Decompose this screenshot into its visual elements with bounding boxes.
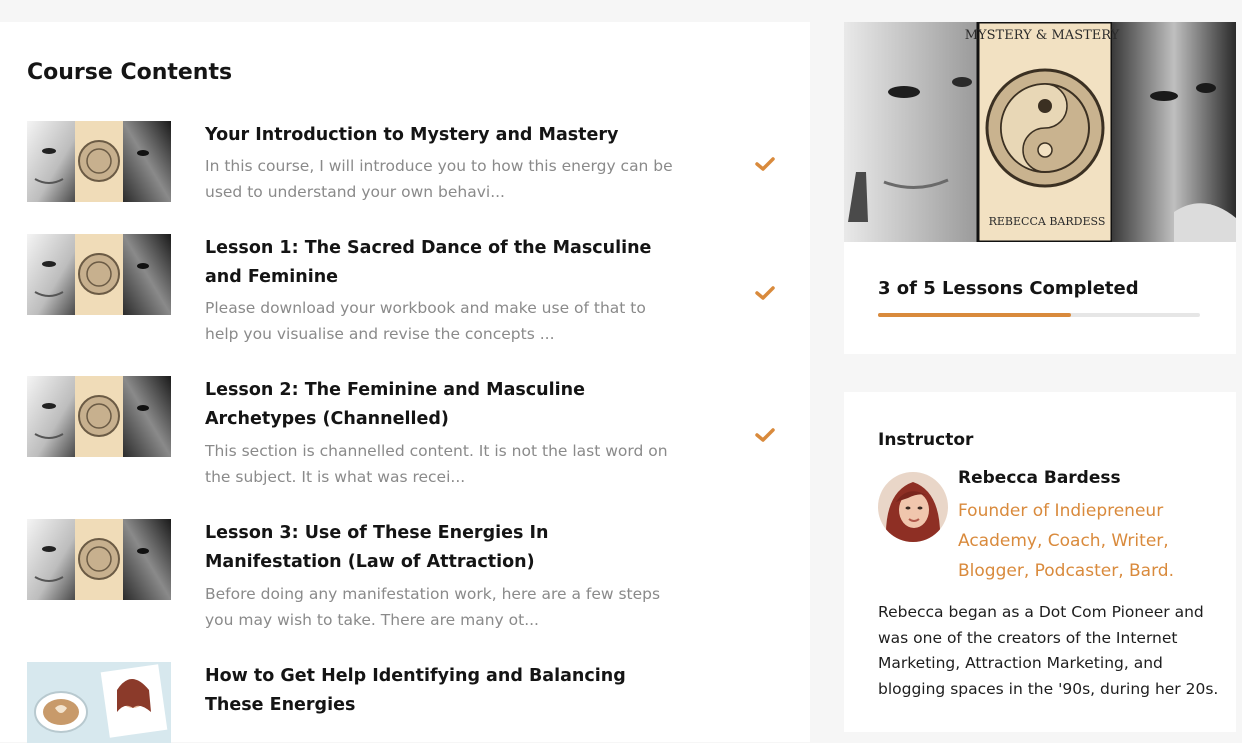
lesson-title[interactable]: Lesson 2: The Feminine and Masculine Arc… — [205, 376, 685, 434]
progress-bar — [878, 313, 1200, 317]
instructor-name[interactable]: Rebecca Bardess — [958, 468, 1121, 488]
lesson-item[interactable]: Lesson 1: The Sacred Dance of the Mascul… — [27, 234, 787, 352]
instructor-card: Instructor Rebecca Bardess Founder of In… — [844, 392, 1236, 732]
lesson-title[interactable]: Lesson 3: Use of These Energies In Manif… — [205, 519, 685, 577]
course-cover-image: MYSTERY & MASTERY REBECCA BARDESS — [844, 22, 1236, 242]
lesson-title[interactable]: How to Get Help Identifying and Balancin… — [205, 662, 685, 720]
lesson-thumbnail[interactable] — [27, 376, 171, 457]
lesson-title[interactable]: Lesson 1: The Sacred Dance of the Mascul… — [205, 234, 685, 292]
lesson-description: Before doing any manifestation work, her… — [205, 585, 661, 629]
lesson-title[interactable]: Your Introduction to Mystery and Mastery — [205, 121, 685, 150]
lesson-item[interactable]: Your Introduction to Mystery and Mastery… — [27, 121, 787, 211]
course-contents-heading: Course Contents — [27, 60, 233, 85]
lesson-description: This section is channelled content. It i… — [205, 442, 668, 486]
completed-check-icon — [755, 428, 775, 442]
cover-title-text: MYSTERY & MASTERY — [965, 28, 1120, 43]
progress-bar-fill — [878, 313, 1072, 317]
lesson-thumbnail[interactable] — [27, 234, 171, 315]
lesson-description: In this course, I will introduce you to … — [205, 157, 673, 201]
progress-label: 3 of 5 Lessons Completed — [878, 278, 1139, 299]
lesson-description: Please download your workbook and make u… — [205, 299, 646, 343]
lesson-item[interactable]: How to Get Help Identifying and Balancin… — [27, 662, 787, 743]
instructor-role: Founder of Indiepreneur Academy, Coach, … — [958, 501, 1174, 581]
avatar — [878, 472, 948, 542]
lesson-thumbnail[interactable] — [27, 519, 171, 600]
instructor-heading: Instructor — [878, 430, 974, 450]
lesson-item[interactable]: Lesson 3: Use of These Energies In Manif… — [27, 519, 787, 637]
lesson-item[interactable]: Lesson 2: The Feminine and Masculine Arc… — [27, 376, 787, 494]
lesson-thumbnail[interactable] — [27, 121, 171, 202]
completed-check-icon — [755, 286, 775, 300]
completed-check-icon — [755, 157, 775, 171]
course-progress-card: MYSTERY & MASTERY REBECCA BARDESS 3 of 5… — [844, 22, 1236, 354]
instructor-bio: Rebecca began as a Dot Com Pioneer and w… — [878, 603, 1219, 698]
cover-author-text: REBECCA BARDESS — [989, 215, 1106, 228]
lesson-thumbnail[interactable] — [27, 662, 171, 743]
